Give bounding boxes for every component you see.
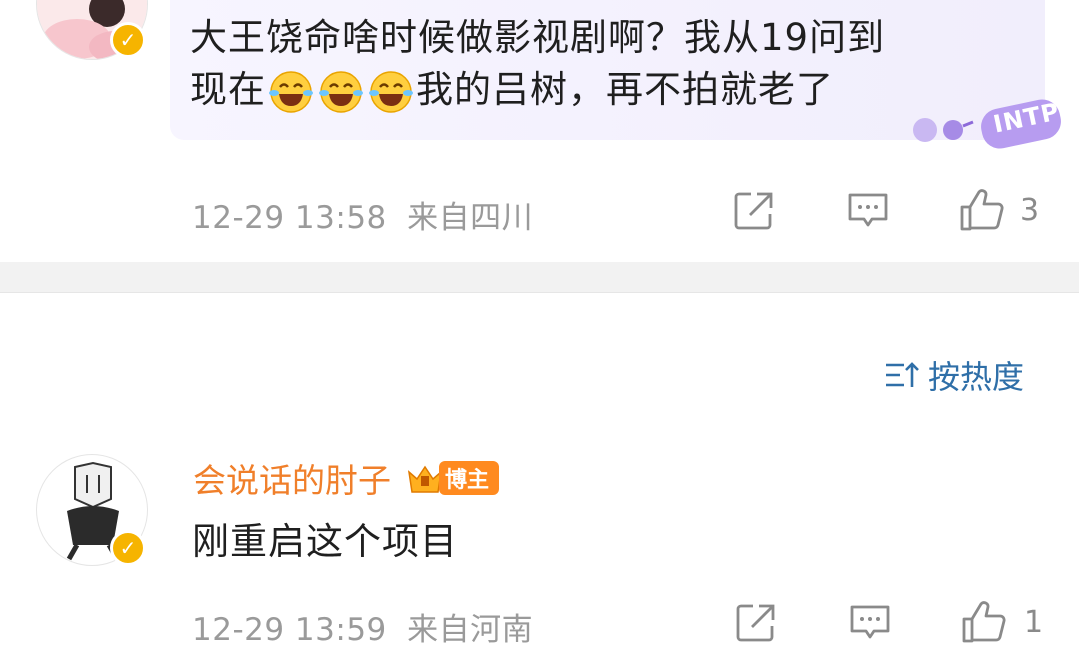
timestamp: 12-29 13:58 [192,200,387,236]
comment-button[interactable] [847,600,893,646]
repost-icon [736,604,775,642]
comment-text: 刚重启这个项目 [192,520,458,563]
comment-meta: 12-29 13:59 来自河南 [192,604,533,649]
location: 来自河南 [407,612,534,648]
comment-text-segment: 我的吕树，再不拍就老了 [416,68,834,111]
comment-meta: 12-29 13:58 来自四川 [192,192,533,237]
comment-icon [850,605,890,639]
repost-button[interactable] [733,600,779,646]
host-badge-label: 博主 [439,461,500,495]
like-button[interactable]: 3 [958,186,1039,234]
comment-text-segment: 现在 [190,68,266,111]
sort-button[interactable]: 按热度 [884,352,1024,398]
sort-label: 按热度 [928,358,1025,396]
comment-text-line-1: 大王饶命啥时候做影视剧啊？我从19问到 [190,16,886,59]
location: 来自四川 [407,200,534,236]
laugh-cry-emoji [368,69,414,115]
username[interactable]: 会说话的肘子 [193,454,391,502]
timestamp: 12-29 13:59 [192,612,387,648]
comment-button[interactable] [845,188,891,234]
like-button[interactable]: 1 [960,598,1043,646]
repost-button[interactable] [731,188,777,234]
intp-sticker: INTP [905,86,1065,152]
section-divider [0,262,1079,293]
laugh-cry-emoji [268,69,314,115]
user-line: 会说话的肘子 博主 [193,454,500,502]
repost-icon [734,192,773,230]
comment-2: ✓ 会说话的肘子 博主 刚重启这个项目 12-29 13:59 来自河南 1 [0,440,1079,651]
like-count: 3 [1020,192,1040,228]
host-badge: 博主 [405,458,500,498]
comment-icon [848,193,888,227]
thumbs-up-icon [962,601,1006,643]
laugh-cry-emoji [318,69,364,115]
comment-1: ✓ 大王饶命啥时候做影视剧啊？我从19问到 现在 我的吕树，再不拍就老了 INT… [0,0,1079,262]
like-count: 1 [1024,604,1044,640]
thumbs-up-icon [960,189,1004,231]
sort-icon [886,362,919,387]
verified-icon: ✓ [110,530,146,566]
verified-icon: ✓ [110,22,146,58]
